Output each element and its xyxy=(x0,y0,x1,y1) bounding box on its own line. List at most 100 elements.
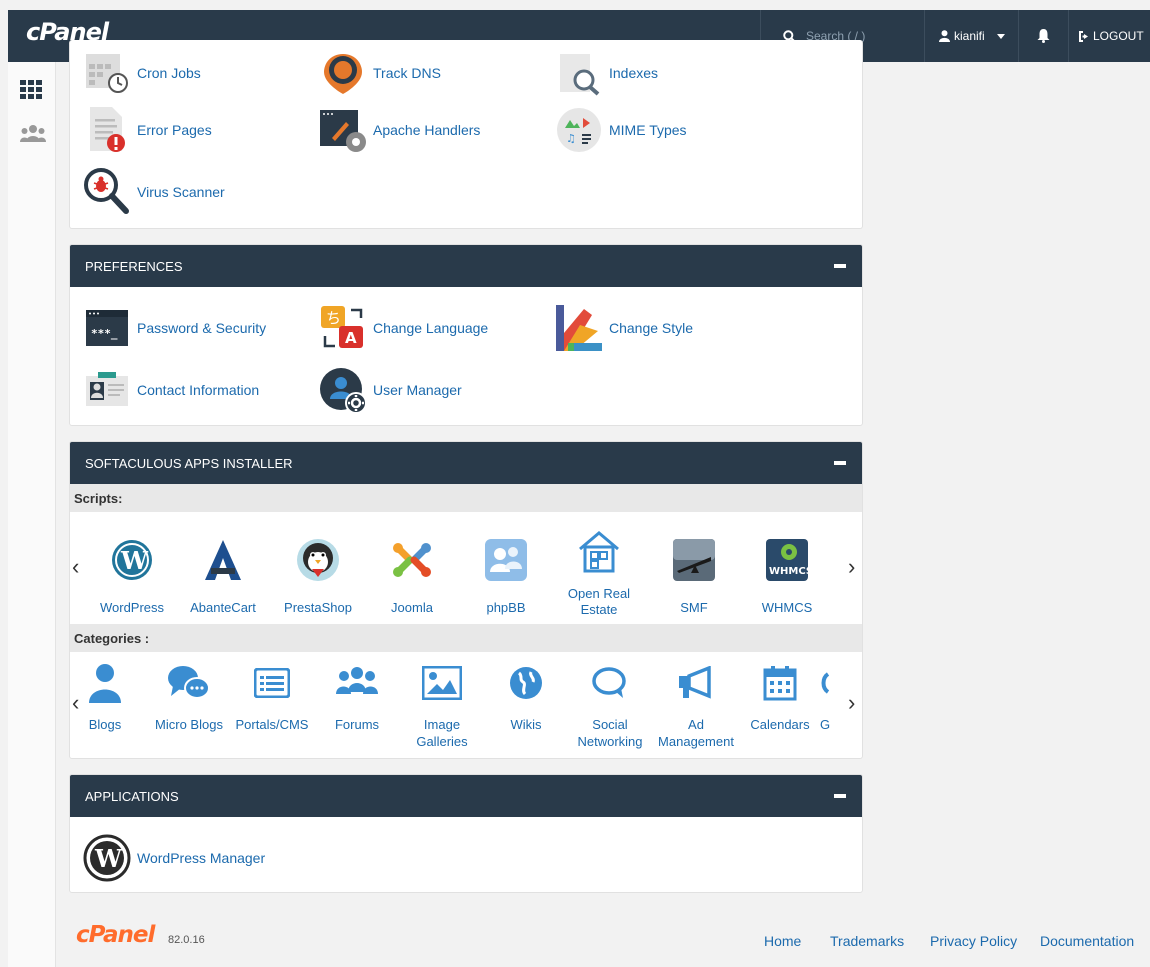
footer-link-documentation[interactable]: Documentation xyxy=(1040,933,1134,949)
tool-error-pages[interactable]: Error Pages xyxy=(82,105,212,155)
change-style-icon xyxy=(554,303,604,353)
script-smf[interactable]: SMF xyxy=(654,534,734,615)
scripts-subheader: Scripts: xyxy=(70,484,862,512)
preferences-header[interactable]: PREFERENCES xyxy=(70,245,862,287)
tool-wordpress-manager[interactable]: W WordPress Manager xyxy=(82,833,265,883)
svg-text:♫: ♫ xyxy=(566,132,576,145)
tool-password-security[interactable]: ***_ Password & Security xyxy=(82,303,266,353)
script-joomla[interactable]: Joomla xyxy=(372,534,452,615)
script-wordpress[interactable]: W WordPress xyxy=(92,534,172,615)
footer-link-privacy-policy[interactable]: Privacy Policy xyxy=(930,933,1017,949)
svg-text:***_: ***_ xyxy=(91,327,118,340)
portals-cms-icon xyxy=(230,660,314,706)
category-image-galleries[interactable]: Image Galleries xyxy=(400,660,484,750)
softaculous-header[interactable]: SOFTACULOUS APPS INSTALLER xyxy=(70,442,862,484)
user-manager-icon xyxy=(318,365,368,415)
svg-text:A: A xyxy=(345,329,357,347)
notifications-button[interactable] xyxy=(1018,10,1068,62)
joomla-icon xyxy=(386,534,438,586)
category-portals-cms[interactable]: Portals/CMS xyxy=(230,660,314,733)
tool-change-style[interactable]: Change Style xyxy=(554,303,693,353)
wordpress-icon: W xyxy=(106,534,158,586)
category-label: Social Networking xyxy=(577,717,643,749)
phpbb-icon xyxy=(480,534,532,586)
prestashop-icon xyxy=(292,534,344,586)
tool-virus-scanner[interactable]: Virus Scanner xyxy=(82,167,225,217)
script-prestashop[interactable]: PrestaShop xyxy=(278,534,358,615)
tool-label: Change Language xyxy=(373,320,489,336)
svg-text:W: W xyxy=(94,844,123,873)
category-label: Image Galleries xyxy=(416,717,468,749)
category-label: Micro Blogs xyxy=(155,717,223,732)
collapse-icon[interactable] xyxy=(834,794,846,798)
tool-label: Virus Scanner xyxy=(137,184,225,200)
category-games[interactable]: G xyxy=(810,660,840,733)
mime-types-icon: ♫ xyxy=(554,105,604,155)
category-ad-management[interactable]: Ad Management xyxy=(654,660,738,750)
script-abantecart[interactable]: AbanteCart xyxy=(183,534,263,615)
category-forums[interactable]: Forums xyxy=(315,660,399,733)
category-micro-blogs[interactable]: Micro Blogs xyxy=(147,660,231,733)
footer-link-home[interactable]: Home xyxy=(764,933,801,949)
script-whmcs[interactable]: WHMCS WHMCS xyxy=(747,534,827,615)
forums-icon xyxy=(315,660,399,706)
scripts-prev-arrow[interactable]: ‹ xyxy=(72,554,79,580)
svg-text:WHMCS: WHMCS xyxy=(769,566,810,577)
social-networking-icon xyxy=(568,660,652,706)
username: kianifi xyxy=(954,29,985,43)
grid-apps-icon[interactable] xyxy=(20,78,44,102)
tool-label: Track DNS xyxy=(373,65,441,81)
advanced-panel: Cron Jobs Track DNS Indexes Error Pages … xyxy=(69,40,863,229)
tool-label: Password & Security xyxy=(137,320,267,336)
tool-user-manager[interactable]: User Manager xyxy=(318,365,462,415)
wordpress-manager-icon: W xyxy=(82,833,132,883)
script-label: AbanteCart xyxy=(190,600,256,615)
password-security-icon: ***_ xyxy=(82,303,132,353)
collapse-icon[interactable] xyxy=(834,264,846,268)
script-label: PrestaShop xyxy=(284,600,352,615)
blogs-icon xyxy=(70,660,147,706)
virus-scanner-icon xyxy=(82,167,132,217)
cron-jobs-icon xyxy=(82,48,132,98)
user-icon xyxy=(939,30,950,42)
script-label: WHMCS xyxy=(761,600,813,615)
tool-indexes[interactable]: Indexes xyxy=(554,48,658,98)
svg-text:ち: ち xyxy=(326,309,341,327)
script-phpbb[interactable]: phpBB xyxy=(466,534,546,615)
wikis-icon xyxy=(484,660,568,706)
panel-title: APPLICATIONS xyxy=(85,788,179,804)
collapse-icon[interactable] xyxy=(834,461,846,465)
open-real-estate-icon xyxy=(573,526,625,578)
category-label: Calendars xyxy=(750,717,810,732)
tool-label: MIME Types xyxy=(609,122,687,138)
image-galleries-icon xyxy=(400,660,484,706)
change-language-icon: ちA xyxy=(318,303,368,353)
category-social-networking[interactable]: Social Networking xyxy=(568,660,652,750)
tool-change-language[interactable]: ちA Change Language xyxy=(318,303,488,353)
categories-next-arrow[interactable]: › xyxy=(848,690,855,716)
tool-apache-handlers[interactable]: Apache Handlers xyxy=(318,105,480,155)
games-icon xyxy=(810,660,840,706)
footer-link-trademarks[interactable]: Trademarks xyxy=(830,933,904,949)
user-menu[interactable]: kianifi xyxy=(924,10,1018,62)
tool-contact-information[interactable]: Contact Information xyxy=(82,365,259,415)
logout-icon xyxy=(1079,30,1088,42)
category-blogs[interactable]: Blogs xyxy=(70,660,147,733)
script-label: Joomla xyxy=(391,600,433,615)
category-label: G xyxy=(819,717,831,732)
script-label: SMF xyxy=(680,600,708,615)
scripts-next-arrow[interactable]: › xyxy=(848,554,855,580)
script-open-real-estate[interactable]: Open Real Estate xyxy=(559,526,639,618)
tool-track-dns[interactable]: Track DNS xyxy=(318,48,441,98)
tool-mime-types[interactable]: ♫ MIME Types xyxy=(554,105,687,155)
footer-cpanel-logo[interactable]: cPanel xyxy=(76,922,155,948)
tool-label: Error Pages xyxy=(137,122,212,138)
category-label: Ad Management xyxy=(658,717,734,749)
track-dns-icon xyxy=(318,48,368,98)
category-wikis[interactable]: Wikis xyxy=(484,660,568,733)
tool-cron-jobs[interactable]: Cron Jobs xyxy=(82,48,201,98)
logout-button[interactable]: LOGOUT xyxy=(1068,10,1150,62)
error-pages-icon xyxy=(82,105,132,155)
applications-header[interactable]: APPLICATIONS xyxy=(70,775,862,817)
users-icon[interactable] xyxy=(20,124,46,144)
